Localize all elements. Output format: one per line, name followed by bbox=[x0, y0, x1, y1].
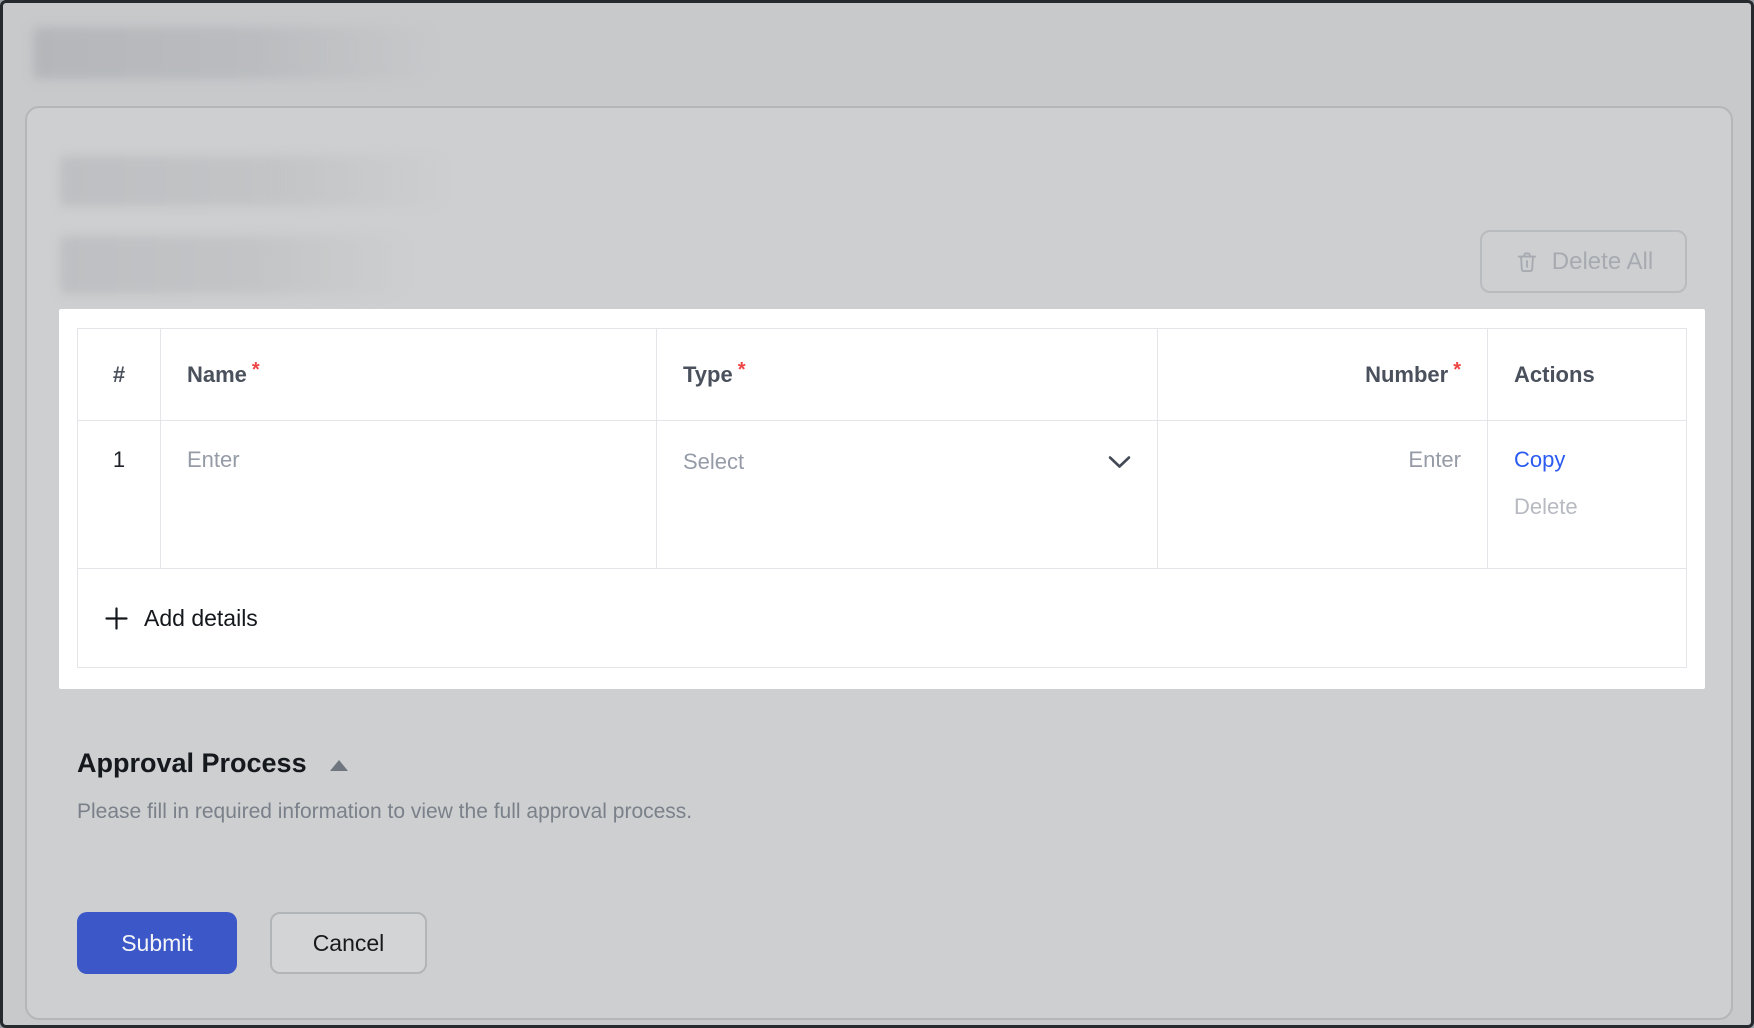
row-index: 1 bbox=[78, 421, 161, 568]
add-details-label: Add details bbox=[144, 605, 258, 632]
submit-button[interactable]: Submit bbox=[77, 912, 237, 974]
column-header-actions: Actions bbox=[1488, 329, 1686, 420]
table-header-row: # Name * Type * Number * Act bbox=[78, 329, 1686, 421]
delete-link[interactable]: Delete bbox=[1514, 494, 1578, 520]
table-row: 1 Enter Select bbox=[78, 421, 1686, 569]
form-card: Delete All # Name * Type * bbox=[25, 106, 1733, 1020]
copy-link[interactable]: Copy bbox=[1514, 447, 1565, 473]
add-details-button[interactable]: Add details bbox=[78, 569, 1686, 667]
details-table: # Name * Type * Number * Act bbox=[77, 328, 1687, 668]
redacted-section-label-2 bbox=[60, 236, 408, 294]
name-placeholder: Enter bbox=[187, 447, 240, 472]
table-highlight-band: # Name * Type * Number * Act bbox=[59, 309, 1705, 689]
column-header-name: Name * bbox=[161, 329, 657, 420]
cancel-button[interactable]: Cancel bbox=[270, 912, 427, 974]
column-header-index: # bbox=[78, 329, 161, 420]
form-footer: Submit Cancel bbox=[77, 912, 427, 974]
plus-icon bbox=[104, 606, 129, 631]
column-header-number: Number * bbox=[1158, 329, 1488, 420]
approval-section-title: Approval Process bbox=[77, 748, 307, 779]
required-marker: * bbox=[252, 359, 260, 382]
trash-icon bbox=[1514, 249, 1540, 275]
type-placeholder: Select bbox=[683, 449, 744, 475]
row-actions: Copy Delete bbox=[1488, 421, 1686, 568]
name-input[interactable]: Enter bbox=[161, 421, 657, 568]
required-marker: * bbox=[738, 359, 746, 382]
approval-section-toggle[interactable]: Approval Process bbox=[77, 748, 348, 779]
number-placeholder: Enter bbox=[1408, 447, 1461, 472]
type-select[interactable]: Select bbox=[657, 421, 1158, 568]
redacted-section-label-1 bbox=[60, 156, 448, 206]
column-header-type: Type * bbox=[657, 329, 1158, 420]
app-window: Delete All # Name * Type * bbox=[0, 0, 1754, 1028]
delete-all-label: Delete All bbox=[1552, 248, 1653, 276]
redacted-page-title bbox=[33, 27, 438, 79]
collapse-caret-icon bbox=[330, 760, 348, 771]
number-input[interactable]: Enter bbox=[1158, 421, 1488, 568]
delete-all-button[interactable]: Delete All bbox=[1480, 230, 1687, 293]
chevron-down-icon bbox=[1108, 455, 1131, 469]
approval-hint-text: Please fill in required information to v… bbox=[77, 800, 692, 824]
required-marker: * bbox=[1453, 359, 1461, 382]
